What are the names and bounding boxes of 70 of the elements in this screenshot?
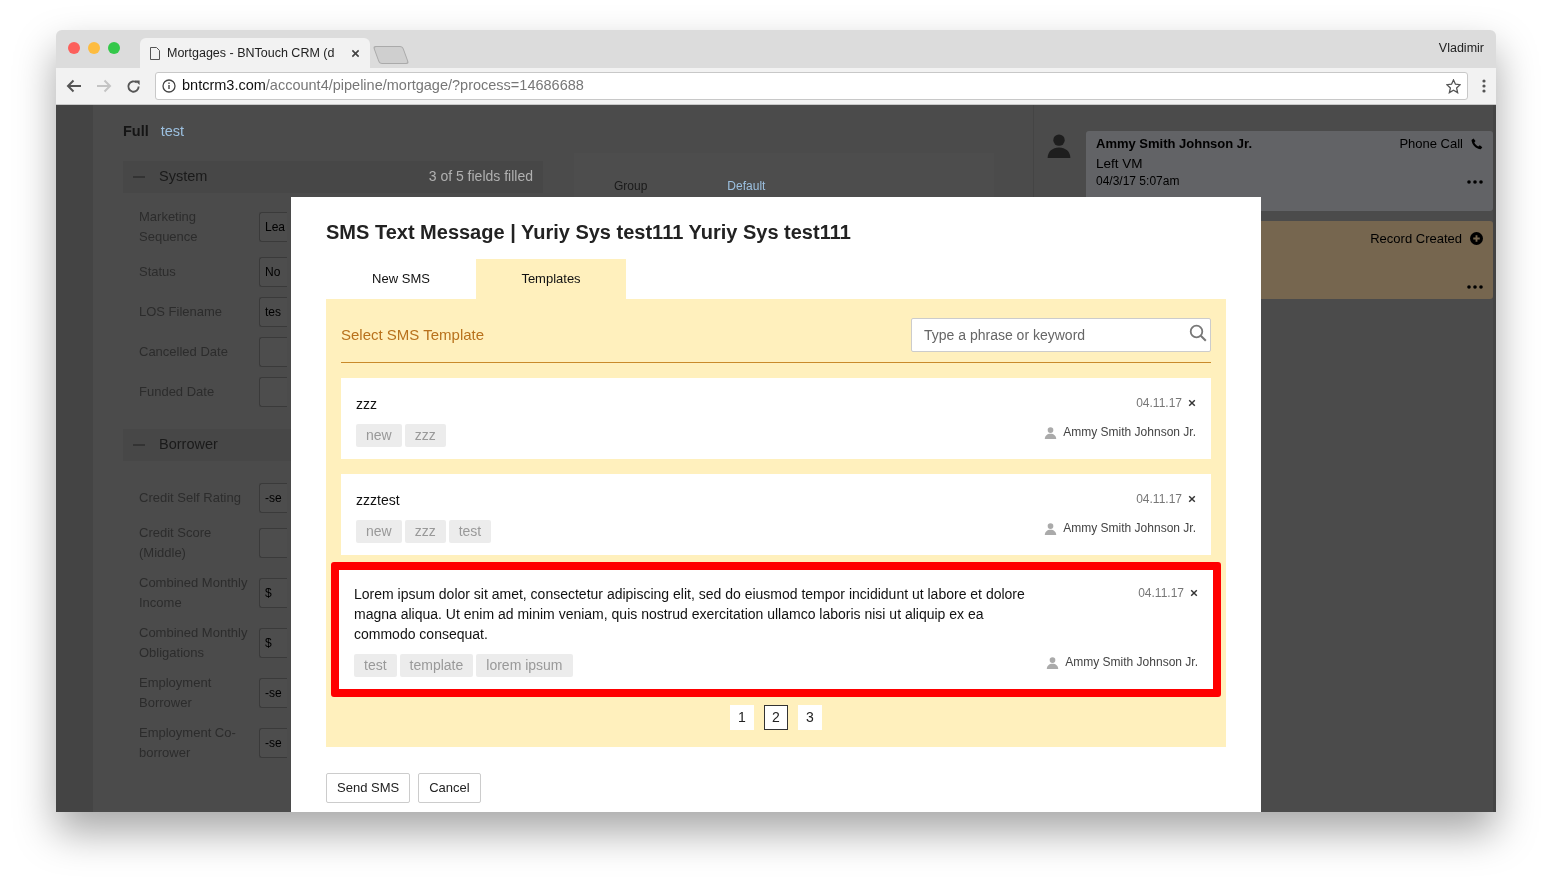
menu-icon[interactable] — [1482, 79, 1486, 93]
tag: test — [448, 520, 492, 543]
user-icon — [1046, 655, 1060, 669]
user-icon — [1044, 521, 1058, 535]
activity-time: 04/3/17 5:07am — [1096, 174, 1180, 189]
delete-icon[interactable] — [1188, 399, 1196, 407]
tag: new — [356, 424, 402, 447]
input-field[interactable]: $ — [259, 627, 287, 658]
tag: lorem ipsum — [476, 654, 573, 677]
search-icon[interactable] — [1189, 324, 1207, 342]
search-field[interactable]: Type a phrase or keyword — [911, 318, 1211, 352]
input-field[interactable]: No — [259, 256, 287, 287]
close-tab-icon[interactable] — [351, 48, 360, 58]
template-card[interactable] — [331, 562, 1221, 697]
template-card[interactable]: zzz new zzz 04.11.17 Ammy Smith Johnson Jr. — [341, 378, 1211, 459]
user-icon — [1044, 425, 1058, 439]
activity-card[interactable]: Ammy Smith Johnson Jr. Phone Call Left VM 04/3/17 5:07am — [1086, 131, 1493, 211]
activity-text: Left VM — [1096, 155, 1144, 173]
page-icon — [150, 46, 160, 60]
dialog-tab[interactable]: Templates — [476, 259, 626, 299]
input-field[interactable]: -se — [259, 727, 287, 758]
more-icon[interactable] — [1467, 179, 1483, 184]
template-date: 04.11.17 — [1138, 585, 1184, 602]
activity-type: Phone Call — [1399, 136, 1463, 152]
template-author: Ammy Smith Johnson Jr. — [1063, 520, 1196, 537]
back-arrow-icon[interactable] — [66, 79, 82, 93]
more-icon[interactable] — [1467, 285, 1483, 289]
dialog-button[interactable]: Send SMS — [326, 773, 411, 803]
activity-author: Ammy Smith Johnson Jr. — [1096, 136, 1253, 152]
phone-icon — [1471, 138, 1483, 150]
dialog-title: SMS Text Message | Yuriy Sys test111 Yuriy Sys test111 — [326, 220, 852, 245]
activity-type: Record Created — [1370, 230, 1462, 248]
tab-title: Mortgages - BNTouch CRM (d — [167, 44, 335, 62]
input-field[interactable]: $ — [259, 577, 287, 608]
tag: zzz — [404, 424, 446, 447]
browser-tab[interactable]: Mortgages - BNTouch CRM (d — [140, 38, 370, 68]
address-field[interactable]: bntcrm3.com/account4/pipeline/mortgage/?process=14686688 — [155, 72, 1468, 100]
template-text: zzztest — [356, 491, 401, 510]
page-link[interactable]: 1 — [730, 705, 754, 730]
template-author: Ammy Smith Johnson Jr. — [1063, 424, 1196, 441]
input-field[interactable]: -se — [259, 482, 287, 513]
template-card[interactable]: zzztest new zzz test 04.11.17 Ammy Smith Johnson Jr. — [341, 474, 1211, 555]
tag: zzz — [404, 520, 446, 543]
url-text: bntcrm3.com/account4/pipeline/mortgage/?process=14686688 — [182, 76, 584, 96]
template-text: zzz — [356, 395, 378, 414]
tag: test — [354, 654, 397, 677]
tag: new — [356, 520, 402, 543]
view-tab[interactable]: test — [160, 121, 185, 143]
input-field[interactable]: Lea — [259, 211, 287, 242]
delete-icon[interactable] — [1190, 589, 1198, 597]
template-author: Ammy Smith Johnson Jr. — [1065, 654, 1198, 671]
template-date: 04.11.17 — [1136, 395, 1182, 412]
template-text: Lorem ipsum dolor sit amet, consectetur adipiscing elit, sed do eiusmod tempor incididunt ut labore et dolore magna aliqua. Ut enim ad minim veniam, quis nostrud exercitation ullamco laboris nisi ut aliquip ex ea commodo consequat. — [354, 585, 1026, 644]
page-link[interactable]: 2 — [764, 705, 788, 730]
plus-circle-icon — [1470, 232, 1483, 246]
panel-title: Select SMS Template — [341, 324, 485, 345]
page-link[interactable]: 3 — [798, 705, 822, 730]
info-icon — [162, 79, 176, 93]
reload-icon[interactable] — [126, 78, 141, 94]
delete-icon[interactable] — [1188, 495, 1196, 503]
close-window-icon[interactable] — [68, 42, 80, 54]
template-date: 04.11.17 — [1136, 491, 1182, 508]
section-summary: 3 of 5 fields filled — [428, 167, 533, 187]
input-field[interactable]: tes — [259, 296, 287, 327]
profile-name[interactable]: Vladimir — [1438, 38, 1484, 58]
bookmark-star-icon[interactable] — [1446, 78, 1461, 94]
group-value[interactable]: Default — [727, 177, 766, 195]
dialog-button[interactable]: Cancel — [418, 773, 481, 803]
tag: template — [399, 654, 474, 677]
input-field[interactable]: -se — [259, 677, 287, 708]
